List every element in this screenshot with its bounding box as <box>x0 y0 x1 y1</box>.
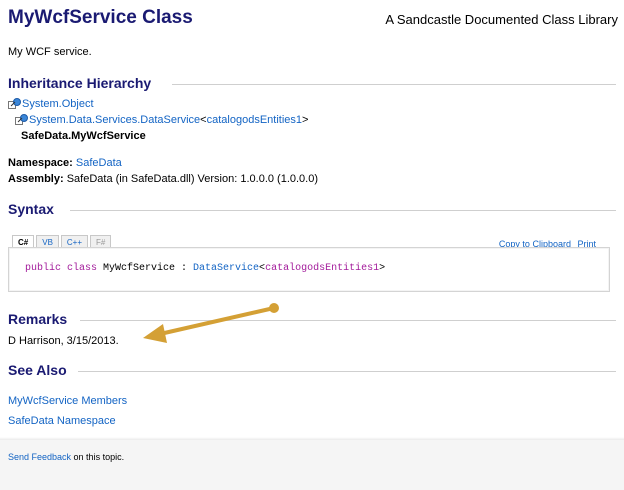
document-page: MyWcfService Class A Sandcastle Document… <box>0 0 624 440</box>
assembly-line: Assembly: SafeData (in SafeData.dll) Ver… <box>8 173 318 185</box>
see-also-item: MyWcfService Members <box>8 395 127 407</box>
footer-band <box>0 440 624 490</box>
class-summary: My WCF service. <box>8 46 92 58</box>
inheritance-heading: Inheritance Hierarchy <box>8 75 152 91</box>
catalogods-entities-link[interactable]: catalogodsEntities1 <box>207 114 302 126</box>
page-title: MyWcfService Class <box>8 7 193 28</box>
generic-close: > <box>302 114 309 126</box>
remarks-heading: Remarks <box>8 311 68 327</box>
see-also-item: SafeData Namespace <box>8 415 116 427</box>
code-class-name: MyWcfService : <box>97 263 194 274</box>
assembly-label: Assembly: <box>8 173 64 185</box>
assembly-value: SafeData (in SafeData.dll) Version: 1.0.… <box>66 173 319 185</box>
hierarchy-item-object: System.Object <box>8 98 94 110</box>
namespace-label: Namespace: <box>8 157 73 169</box>
syntax-heading: Syntax <box>8 201 54 217</box>
members-link[interactable]: MyWcfService Members <box>8 395 127 407</box>
namespace-see-also-link[interactable]: SafeData Namespace <box>8 415 116 427</box>
dataservice-link[interactable]: System.Data.Services.DataService <box>29 114 200 126</box>
code-snippet-box: public class MyWcfService : DataService<… <box>8 247 610 292</box>
section-divider <box>172 84 616 85</box>
code-generic-close: > <box>379 263 386 274</box>
code-generic-type-link[interactable]: catalogodsEntities1 <box>265 263 379 274</box>
hierarchy-item-dataservice: System.Data.Services.DataService < catalog… <box>15 114 308 126</box>
section-divider <box>80 320 616 321</box>
code-keywords: public class <box>25 263 98 274</box>
namespace-line: Namespace: SafeData <box>8 157 122 169</box>
current-class-name: SafeData.MyWcfService <box>21 130 146 142</box>
hierarchy-item-current: SafeData.MyWcfService <box>21 130 146 142</box>
remarks-text: D Harrison, 3/15/2013. <box>8 335 119 347</box>
see-also-heading: See Also <box>8 362 67 378</box>
external-link-icon <box>8 98 21 110</box>
send-feedback-link[interactable]: Send Feedback <box>8 452 71 462</box>
code-base-type-link[interactable]: DataService <box>193 263 259 274</box>
section-divider <box>78 371 616 372</box>
footer: Send Feedback on this topic. <box>8 452 124 462</box>
external-link-icon <box>15 114 28 126</box>
section-divider <box>70 210 616 211</box>
namespace-link[interactable]: SafeData <box>76 157 122 169</box>
footer-text: on this topic. <box>71 452 125 462</box>
system-object-link[interactable]: System.Object <box>22 98 94 110</box>
code-snippet: public class MyWcfService : DataService<… <box>25 263 385 274</box>
library-title: A Sandcastle Documented Class Library <box>385 12 618 27</box>
